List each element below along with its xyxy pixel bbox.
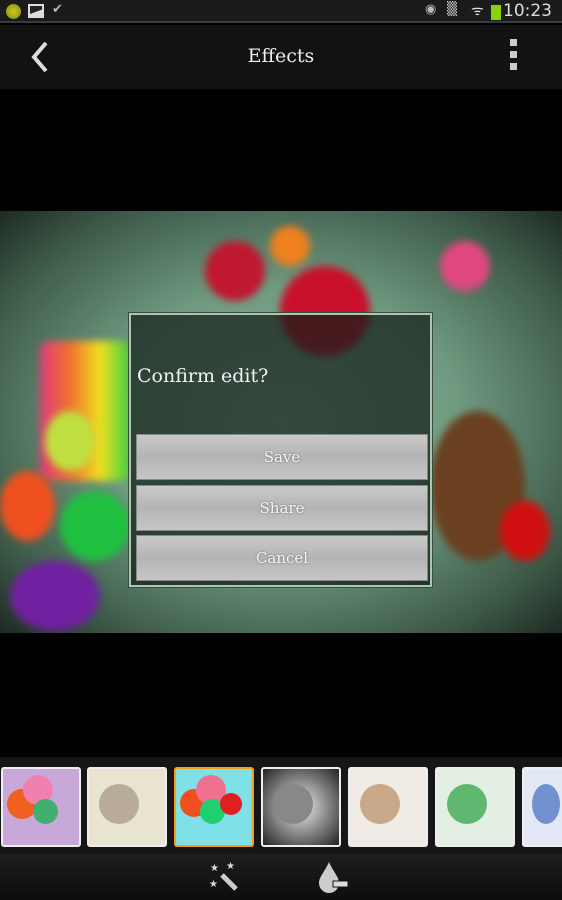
save-button[interactable]: Save — [136, 434, 428, 480]
page-title: Effects — [247, 45, 315, 67]
dialog-title: Confirm edit? — [137, 365, 269, 387]
action-bar: Effects — [0, 25, 562, 89]
app-notification-icon — [6, 4, 21, 19]
magic-wand-icon[interactable]: ★ ★ ★ — [208, 859, 242, 893]
cancel-button[interactable]: Cancel — [136, 535, 428, 581]
battery-icon — [491, 5, 501, 20]
effect-thumbnail-selected[interactable] — [174, 767, 254, 847]
effects-strip[interactable] — [0, 757, 562, 853]
svg-text:★: ★ — [210, 863, 219, 874]
effect-thumbnail-partial[interactable] — [522, 767, 562, 847]
color-drop-icon[interactable] — [316, 859, 350, 893]
gallery-icon — [28, 4, 44, 18]
clock: 10:23 — [503, 1, 552, 21]
download-done-icon: ✔ — [52, 2, 63, 17]
share-button[interactable]: Share — [136, 485, 428, 531]
overflow-menu-icon[interactable] — [505, 39, 521, 75]
effect-thumbnail[interactable] — [261, 767, 341, 847]
bottom-toolbar: ★ ★ ★ — [0, 853, 562, 900]
vibrate-icon: ▒ — [447, 2, 457, 17]
effect-thumbnail[interactable] — [87, 767, 167, 847]
svg-text:★: ★ — [209, 879, 218, 890]
svg-text:★: ★ — [226, 861, 235, 872]
eye-icon: ◉ — [425, 2, 437, 17]
confirm-edit-dialog: Confirm edit? Save Share Cancel — [129, 313, 432, 587]
status-bar: ✔ ◉ ▒ ᯤ 10:23 — [0, 0, 562, 23]
wifi-icon: ᯤ — [471, 3, 484, 19]
effect-thumbnail[interactable] — [348, 767, 428, 847]
effect-thumbnail[interactable] — [435, 767, 515, 847]
effect-thumbnail[interactable] — [1, 767, 81, 847]
